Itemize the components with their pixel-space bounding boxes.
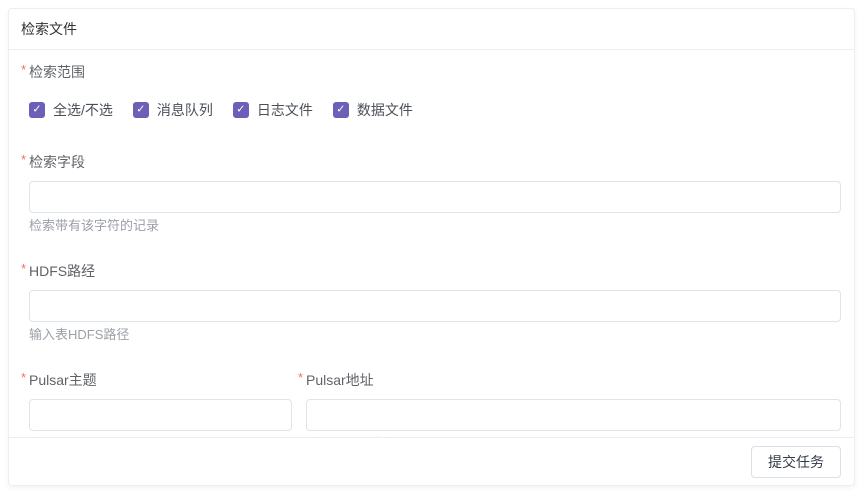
scope-checkbox-group: ✓ 全选/不选 ✓ 消息队列 ✓ 日志文件 ✓ 数据文件 [29,100,841,120]
card-title: 检索文件 [21,21,77,37]
required-marker: * [298,371,303,384]
search-field-label: *检索字段 [29,155,85,169]
required-marker: * [21,371,26,384]
hdfs-path-input[interactable] [29,290,841,322]
search-files-card: 检索文件 *检索范围 ✓ 全选/不选 ✓ 消息队列 ✓ 日志文件 [8,8,855,486]
scope-label: *检索范围 [29,65,85,79]
required-marker: * [21,262,26,275]
search-form: *检索范围 ✓ 全选/不选 ✓ 消息队列 ✓ 日志文件 ✓ 数据文件 [9,50,854,437]
checkbox-label: 消息队列 [157,100,213,120]
checkbox-label: 数据文件 [357,100,413,120]
pulsar-address-label: *Pulsar地址 [306,373,374,387]
check-icon: ✓ [336,104,345,115]
required-marker: * [21,63,26,76]
search-field-form-group: *检索字段 检索带有该字符的记录 [29,154,841,232]
check-icon: ✓ [32,104,41,115]
checkbox-data-file[interactable]: ✓ 数据文件 [333,100,413,120]
search-field-input[interactable] [29,181,841,213]
submit-task-button[interactable]: 提交任务 [751,446,841,478]
hdfs-path-hint: 输入表HDFS路径 [29,328,841,341]
checkbox-log-file[interactable]: ✓ 日志文件 [233,100,313,120]
check-icon: ✓ [236,104,245,115]
pulsar-topic-form-group: *Pulsar主题 输入Pulsar主题 [29,372,292,437]
checkbox-label: 全选/不选 [53,100,113,120]
pulsar-topic-input[interactable] [29,399,292,431]
hdfs-path-label: *HDFS路经 [29,264,95,278]
checkbox-message-queue[interactable]: ✓ 消息队列 [133,100,213,120]
checkbox-box[interactable]: ✓ [333,102,349,118]
scope-form-group: *检索范围 ✓ 全选/不选 ✓ 消息队列 ✓ 日志文件 ✓ 数据文件 [29,64,841,120]
checkbox-label: 日志文件 [257,100,313,120]
required-marker: * [21,153,26,166]
checkbox-box[interactable]: ✓ [29,102,45,118]
pulsar-address-input[interactable] [306,399,841,431]
checkbox-box[interactable]: ✓ [233,102,249,118]
checkbox-box[interactable]: ✓ [133,102,149,118]
search-field-hint: 检索带有该字符的记录 [29,219,841,232]
pulsar-address-form-group: *Pulsar地址 输入Pulsar地址 [306,372,841,437]
checkbox-select-all[interactable]: ✓ 全选/不选 [29,100,113,120]
check-icon: ✓ [136,104,145,115]
card-footer: 提交任务 [9,437,854,485]
pulsar-topic-label: *Pulsar主题 [29,373,97,387]
card-header: 检索文件 [9,9,854,50]
hdfs-path-form-group: *HDFS路经 输入表HDFS路径 [29,263,841,341]
pulsar-row: *Pulsar主题 输入Pulsar主题 *Pulsar地址 输入Pulsar地… [29,372,841,437]
